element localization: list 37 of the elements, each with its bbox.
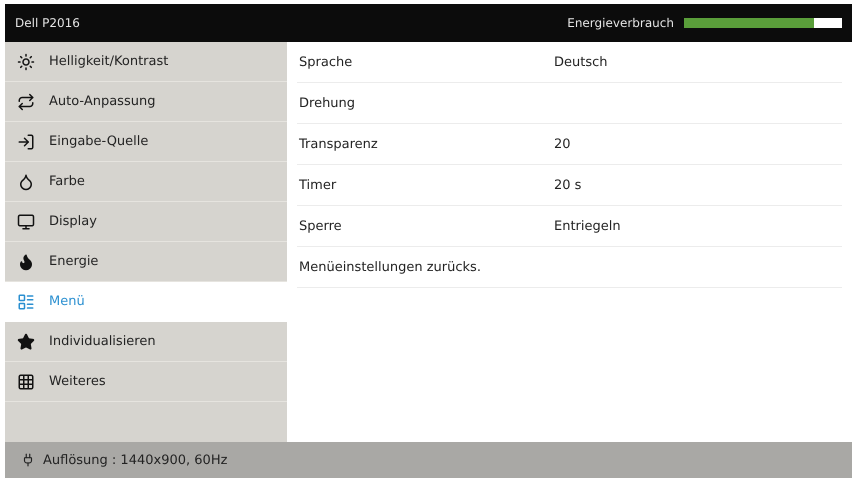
setting-label: Timer [298, 178, 338, 192]
grid-icon [17, 372, 35, 390]
setting-label: Drehung [298, 96, 356, 110]
setting-row[interactable]: Sprache Deutsch [297, 42, 842, 83]
sidebar-item[interactable]: Farbe [5, 162, 287, 202]
sidebar-item[interactable]: Menü [5, 282, 287, 322]
sun-icon [17, 52, 35, 70]
setting-row[interactable]: Drehung [297, 83, 842, 124]
setting-label: Sprache [298, 54, 354, 70]
plug-icon [21, 453, 35, 467]
color-icon [17, 172, 35, 190]
menu-icon [17, 292, 35, 310]
flame-icon [17, 252, 35, 270]
resolution-text: Auflösung : 1440x900, 60Hz [43, 452, 228, 468]
setting-value: Entriegeln [554, 218, 621, 234]
sidebar-item[interactable]: Eingabe-Quelle [5, 122, 287, 162]
sidebar-item[interactable]: Weiteres [5, 362, 287, 402]
sidebar-item[interactable]: Individualisieren [5, 322, 287, 362]
setting-label: Sperre [298, 218, 343, 234]
sidebar-item[interactable]: Helligkeit/Kontrast [5, 42, 287, 82]
sidebar-item[interactable]: Display [5, 202, 287, 242]
setting-value: 20 [554, 136, 571, 152]
window-title: Dell P2016 [15, 16, 80, 30]
setting-label: Menüeinstellungen zurücks. [298, 260, 482, 274]
sidebar-item[interactable]: Auto-Anpassung [5, 82, 287, 122]
meter-label: Energieverbrauch [567, 16, 674, 30]
monitor-icon [17, 212, 35, 230]
setting-row[interactable]: Timer 20 s [297, 165, 842, 206]
setting-row[interactable]: Menüeinstellungen zurücks. [297, 247, 842, 288]
input-arrow-icon [17, 132, 35, 150]
setting-value: 20 s [554, 178, 582, 192]
setting-value: Deutsch [554, 54, 608, 70]
setting-row[interactable]: Sperre Entriegeln [297, 206, 842, 247]
setting-row[interactable]: Transparenz 20 [297, 124, 842, 165]
repeat-arrows-icon [17, 92, 35, 110]
star-icon [17, 332, 35, 350]
setting-label: Transparenz [298, 136, 379, 152]
